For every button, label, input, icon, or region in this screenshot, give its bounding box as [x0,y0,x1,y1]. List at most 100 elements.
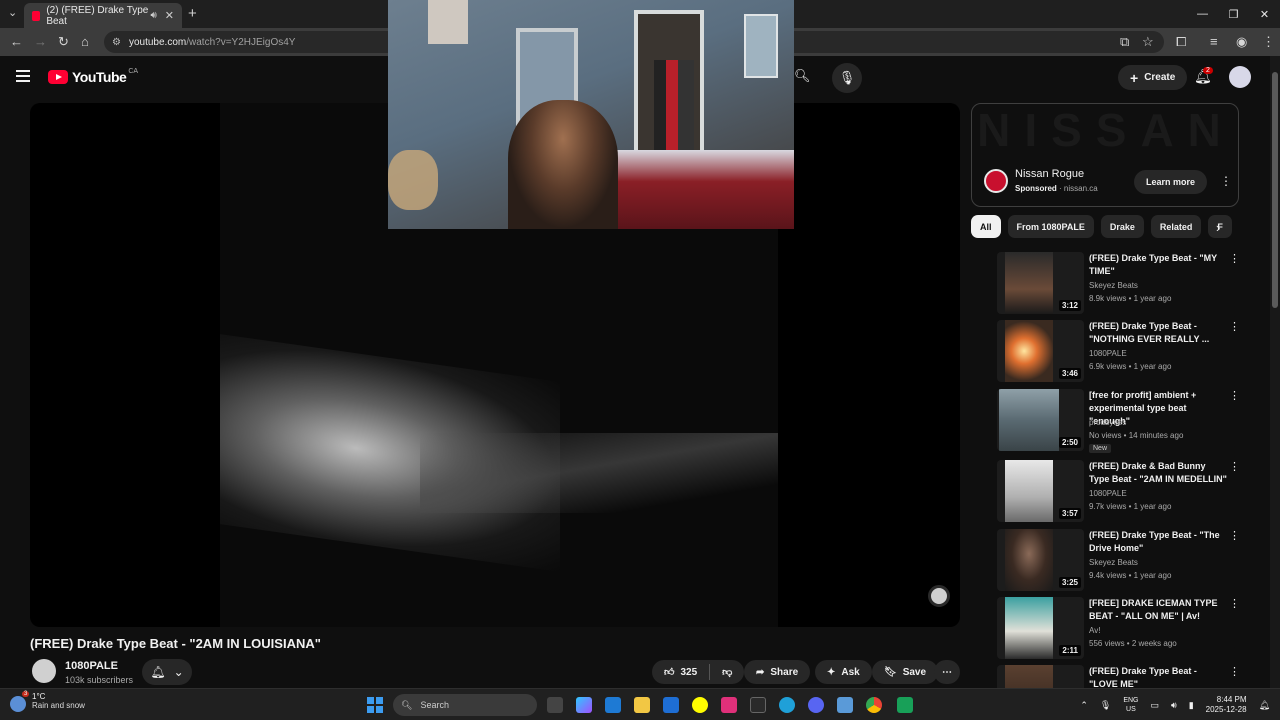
app-icon[interactable] [721,697,737,713]
ad-card[interactable]: NISSAN Nissan Rogue Sponsored · nissan.c… [971,103,1239,207]
list-item[interactable]: 3:57 (FREE) Drake & Bad Bunny Type Beat … [997,460,1242,524]
discord-icon[interactable] [808,697,824,713]
rec-menu-icon[interactable]: ⋮ [1229,597,1240,610]
rec-title[interactable]: (FREE) Drake Type Beat - "MY TIME" [1089,252,1227,278]
account-avatar[interactable] [1229,66,1251,88]
profile-icon[interactable]: ◉ [1236,34,1247,50]
more-actions-button[interactable]: ⋯ [934,660,960,684]
site-info-icon[interactable]: ⚙ [112,37,121,48]
rec-title[interactable]: (FREE) Drake & Bad Bunny Type Beat - "2A… [1089,460,1227,486]
microphone-icon[interactable]: 🎙︎ [1100,700,1111,711]
ad-banner[interactable]: NISSAN [972,104,1238,156]
rec-menu-icon[interactable]: ⋮ [1229,389,1240,402]
rec-menu-icon[interactable]: ⋮ [1229,665,1240,678]
youtube-logo[interactable]: YouTube CA [48,68,138,85]
channel-avatar[interactable] [32,659,56,683]
ad-brand-logo[interactable] [984,169,1008,193]
save-button[interactable]: 🔖︎ Save [872,660,939,684]
ad-menu-icon[interactable]: ⋮ [1220,174,1232,188]
rec-menu-icon[interactable]: ⋮ [1229,320,1240,333]
create-button[interactable]: + Create [1118,65,1188,90]
task-view-icon[interactable] [547,697,563,713]
edge-icon[interactable] [779,697,795,713]
chevron-up-icon[interactable]: ⌃ [1080,700,1088,711]
reload-icon[interactable]: ↻ [58,34,69,50]
file-explorer-icon[interactable] [634,697,650,713]
rec-channel[interactable]: prodbyries [1089,418,1126,427]
photos-icon[interactable] [605,697,621,713]
input-language[interactable]: ENG US [1123,696,1138,714]
like-icon[interactable]: 👍︎ [664,666,674,678]
notification-center-icon[interactable]: 🔔︎ [1259,700,1270,711]
list-item[interactable]: 3:25 (FREE) Drake Type Beat - "The Drive… [997,529,1242,593]
video-thumbnail[interactable]: 2:50 [997,389,1084,451]
dislike-icon[interactable]: 👎︎ [722,666,732,678]
taskbar-search[interactable]: 🔍︎ Search [393,694,537,716]
rec-channel[interactable]: Skeyez Beats [1089,558,1138,567]
list-item[interactable]: 2:50 [free for profit] ambient + experim… [997,389,1242,453]
speaker-icon[interactable]: 🔊︎ [150,10,156,21]
channel-name[interactable]: 1080PALE [65,660,118,672]
minimize-button[interactable]: — [1187,0,1218,28]
search-icon[interactable]: 🔍︎ [794,68,811,84]
rec-title[interactable]: (FREE) Drake Type Beat - "NOTHING EVER R… [1089,320,1227,346]
chrome-icon[interactable] [866,697,882,713]
list-item[interactable]: 3:46 (FREE) Drake Type Beat - "NOTHING E… [997,320,1242,384]
rec-channel[interactable]: Skeyez Beats [1089,281,1138,290]
video-thumbnail[interactable]: 3:46 [997,320,1084,382]
chip-drake[interactable]: Drake [1100,215,1144,238]
app-green-icon[interactable] [897,697,913,713]
ask-button[interactable]: ✦ Ask [815,660,872,684]
close-tab-icon[interactable]: ✕ [165,9,174,22]
install-icon[interactable]: ⧉ [1120,34,1129,50]
rec-title[interactable]: (FREE) Drake Type Beat - "LOVE ME" [1089,665,1227,688]
rec-channel[interactable]: Av! [1089,626,1100,635]
list-item[interactable]: 2:11 [FREE] DRAKE ICEMAN TYPE BEAT - "AL… [997,597,1242,661]
new-tab-button[interactable]: + [188,5,197,22]
browser-tab-youtube[interactable]: (2) (FREE) Drake Type Beat 🔊︎ ✕ [24,3,182,28]
window-app-icon[interactable] [837,697,853,713]
ad-title[interactable]: Nissan Rogue [1015,168,1084,180]
tab-search-icon[interactable]: ⌄ [8,6,17,19]
bookmark-star-icon[interactable]: ☆ [1142,34,1154,50]
game-icon[interactable] [750,697,766,713]
guide-menu-icon[interactable] [16,70,30,82]
rec-channel[interactable]: 1080PALE [1089,349,1127,358]
battery-icon[interactable]: ▮ [1189,700,1194,711]
media-queue-icon[interactable]: ≡ [1210,34,1218,49]
copilot-icon[interactable] [576,697,592,713]
home-icon[interactable]: ⌂ [81,34,89,49]
display-icon[interactable]: ▭ [1151,700,1160,711]
scrollbar-thumb[interactable] [1272,72,1278,308]
subscription-bell-button[interactable]: 🔔︎ ⌄ [142,659,192,685]
list-item[interactable]: (FREE) Drake Type Beat - "LOVE ME" ⋮ [997,665,1242,688]
forward-icon[interactable]: → [34,34,47,49]
chevron-right-icon[interactable]: › [1216,220,1220,235]
volume-icon[interactable]: 🔊︎ [1171,700,1177,711]
list-item[interactable]: 3:12 (FREE) Drake Type Beat - "MY TIME" … [997,252,1242,316]
share-button[interactable]: ➦ Share [744,660,811,684]
video-thumbnail[interactable]: 3:25 [997,529,1084,591]
video-thumbnail[interactable]: 2:11 [997,597,1084,659]
like-count[interactable]: 325 [680,667,697,678]
extensions-icon[interactable]: ⧠ [1176,34,1186,50]
rec-channel[interactable]: 1080PALE [1089,489,1127,498]
channel-watermark-icon[interactable] [928,585,950,607]
rec-title[interactable]: [FREE] DRAKE ICEMAN TYPE BEAT - "ALL ON … [1089,597,1227,623]
rec-menu-icon[interactable]: ⋮ [1229,252,1240,265]
chip-related[interactable]: Related [1150,215,1202,238]
close-window-button[interactable]: ✕ [1249,0,1280,28]
maximize-button[interactable]: ❐ [1218,0,1249,28]
snapchat-icon[interactable] [692,697,708,713]
back-icon[interactable]: ← [10,34,23,49]
voice-search-button[interactable]: 🎙︎ [832,63,862,93]
windows-start-icon[interactable] [367,697,383,713]
chip-from-channel[interactable]: From 1080PALE [1007,215,1094,238]
video-thumbnail[interactable] [997,665,1084,688]
chip-all[interactable]: All [971,215,1001,238]
rec-menu-icon[interactable]: ⋮ [1229,529,1240,542]
system-clock[interactable]: 8:44 PM 2025-12-28 [1206,695,1247,715]
rec-title[interactable]: (FREE) Drake Type Beat - "The Drive Home… [1089,529,1227,555]
outlook-icon[interactable] [663,697,679,713]
video-thumbnail[interactable]: 3:57 [997,460,1084,522]
